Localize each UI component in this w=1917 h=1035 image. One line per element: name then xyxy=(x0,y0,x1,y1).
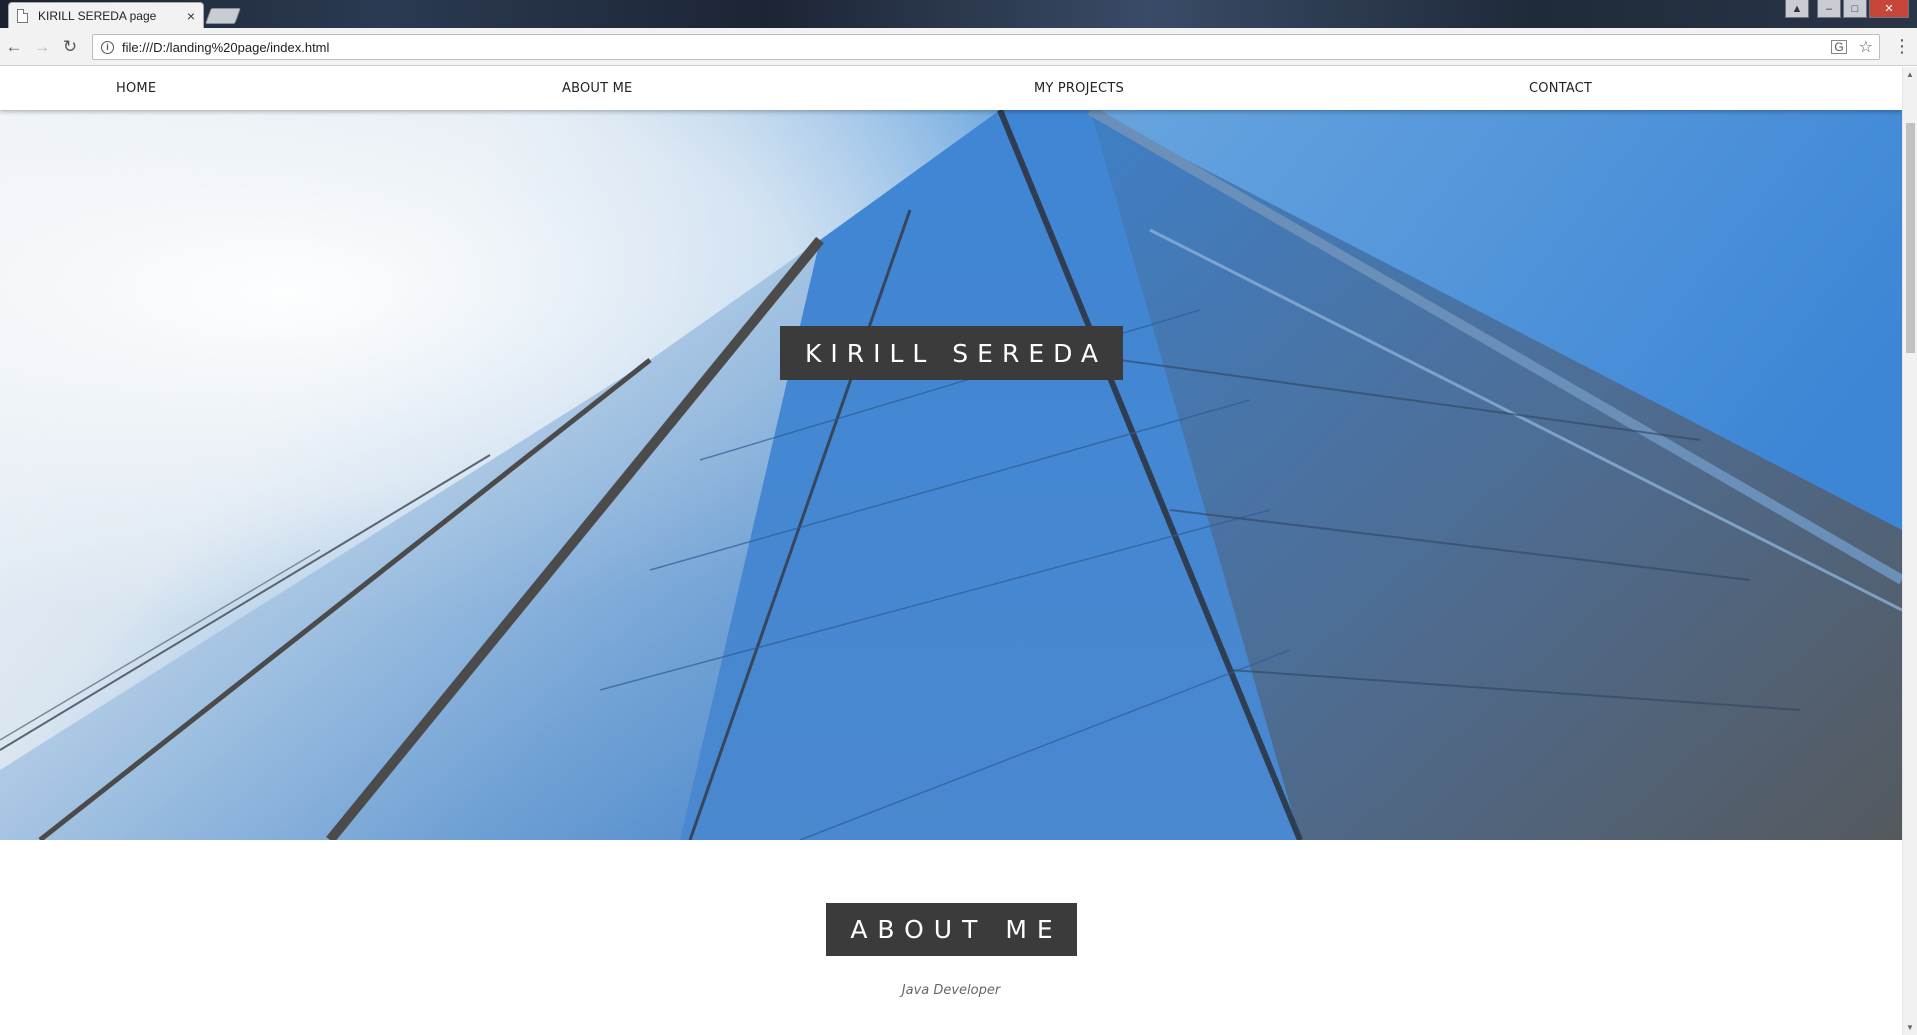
tab-title: KIRILL SEREDA page xyxy=(38,8,157,23)
site-navigation: HOME ABOUT ME MY PROJECTS CONTACT xyxy=(0,67,1902,110)
page-scrollbar[interactable]: ▲ ▼ xyxy=(1902,67,1917,1035)
hero-title: KIRILL SEREDA xyxy=(780,326,1123,380)
window-controls: ▲ – □ ✕ xyxy=(1785,0,1909,18)
reload-button[interactable]: ↻ xyxy=(56,37,84,57)
document-icon xyxy=(17,8,28,23)
scrollbar-thumb[interactable] xyxy=(1906,123,1915,353)
nav-about-link[interactable]: ABOUT ME xyxy=(562,81,632,96)
forward-button[interactable]: → xyxy=(28,37,56,57)
new-tab-button[interactable] xyxy=(205,8,241,24)
tab-close-icon[interactable]: × xyxy=(187,9,195,23)
hero-section: KIRILL SEREDA xyxy=(0,110,1902,840)
nav-home-link[interactable]: HOME xyxy=(116,81,156,96)
page-viewport: HOME ABOUT ME MY PROJECTS CONTACT KIRILL… xyxy=(0,67,1902,1035)
browser-toolbar: ← → ↻ i file:///D:/landing%20page/index.… xyxy=(0,28,1917,66)
nav-projects-link[interactable]: MY PROJECTS xyxy=(1034,81,1124,96)
info-icon[interactable]: i xyxy=(101,40,114,54)
user-profile-icon[interactable]: ▲ xyxy=(1785,0,1809,18)
about-subtitle: Java Developer xyxy=(901,983,1001,998)
minimize-button[interactable]: – xyxy=(1817,0,1841,18)
hero-background-image xyxy=(0,110,1902,840)
browser-menu-icon[interactable]: ⋮ xyxy=(1893,36,1911,56)
browser-tab-strip: KIRILL SEREDA page × ▲ – □ ✕ xyxy=(0,0,1917,28)
maximize-button[interactable]: □ xyxy=(1843,0,1867,18)
bookmark-star-icon[interactable]: ☆ xyxy=(1859,37,1873,57)
scroll-up-arrow-icon[interactable]: ▲ xyxy=(1903,67,1917,82)
translate-icon[interactable]: G xyxy=(1831,40,1847,54)
scroll-down-arrow-icon[interactable]: ▼ xyxy=(1903,1020,1917,1035)
url-text[interactable]: file:///D:/landing%20page/index.html xyxy=(122,40,1831,55)
about-section-title: ABOUT ME xyxy=(826,903,1077,956)
close-window-button[interactable]: ✕ xyxy=(1869,0,1909,18)
address-bar[interactable]: i file:///D:/landing%20page/index.html G… xyxy=(92,34,1880,60)
browser-tab[interactable]: KIRILL SEREDA page × xyxy=(8,2,204,28)
back-button[interactable]: ← xyxy=(0,37,28,57)
nav-contact-link[interactable]: CONTACT xyxy=(1529,81,1592,96)
